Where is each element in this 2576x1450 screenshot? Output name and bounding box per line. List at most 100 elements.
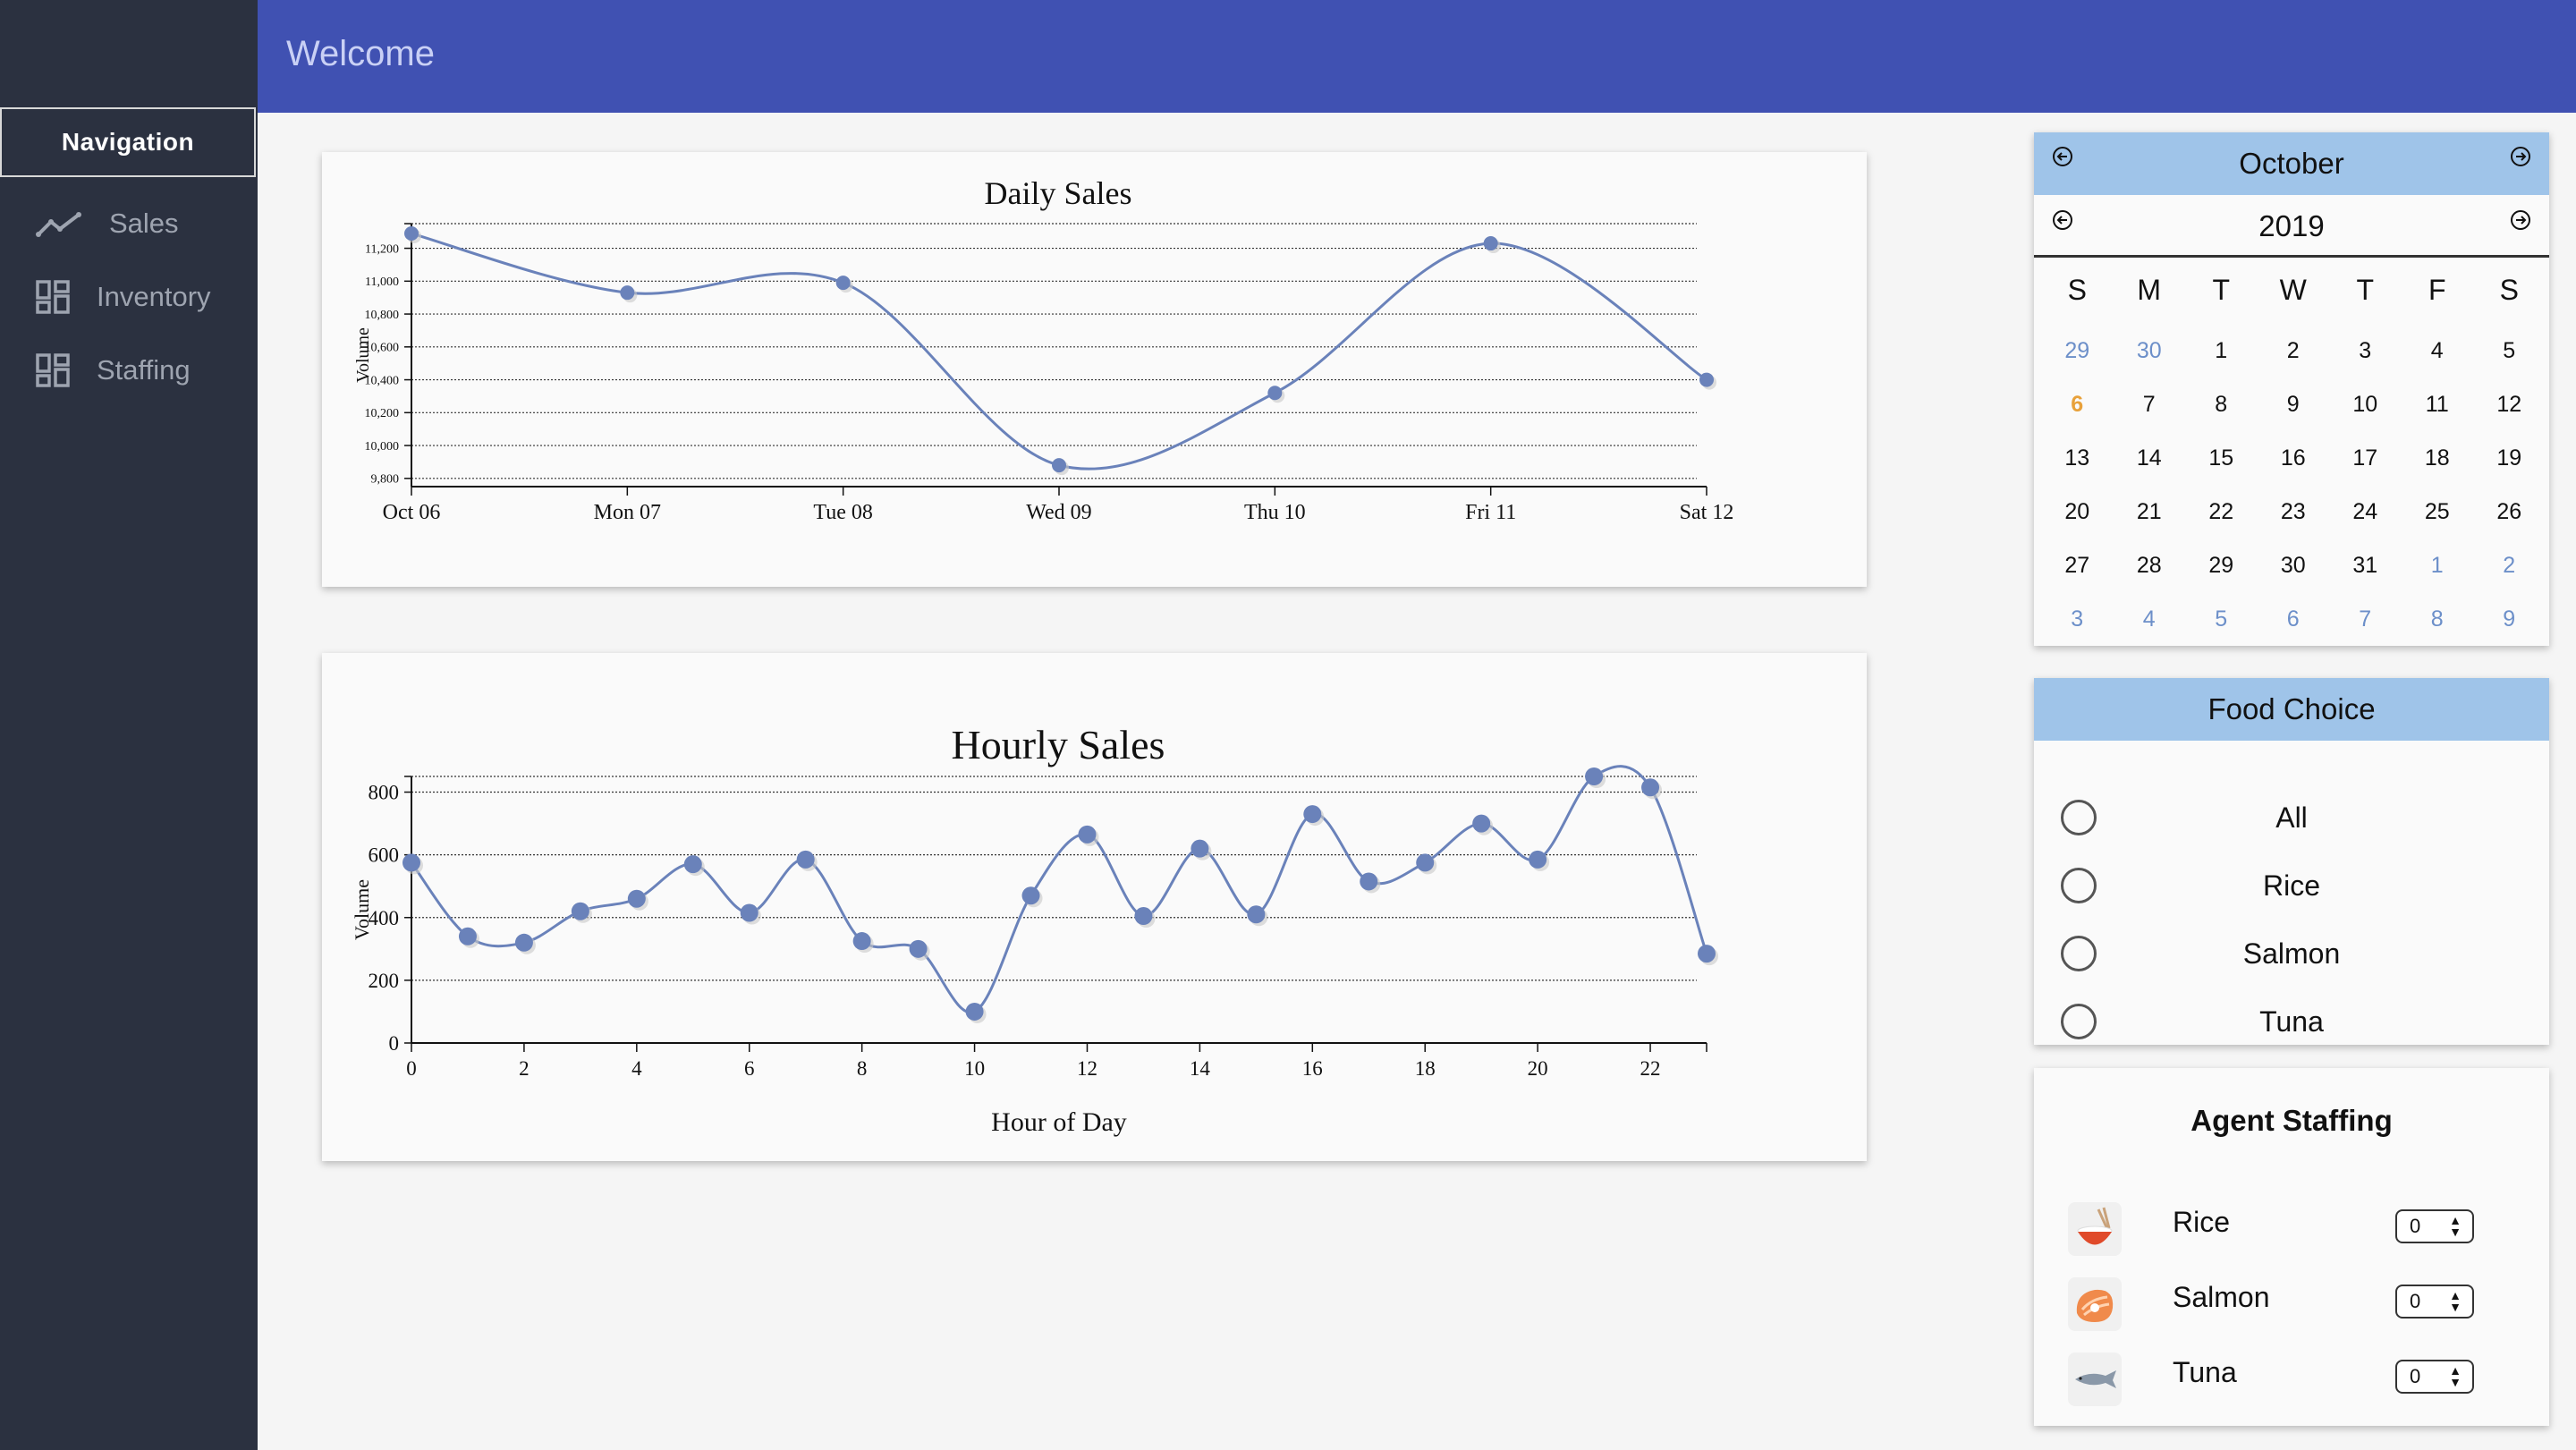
calendar-day[interactable]: 8 [2185, 377, 2258, 431]
data-point [965, 1002, 984, 1021]
calendar-day[interactable]: 9 [2258, 377, 2330, 431]
calendar-day[interactable]: 27 [2041, 538, 2114, 592]
data-point [1078, 825, 1097, 844]
calendar-day[interactable]: 29 [2185, 538, 2258, 592]
data-point [620, 285, 635, 301]
sidebar-item-sales[interactable]: Sales [36, 199, 179, 249]
calendar-day[interactable]: 3 [2329, 324, 2402, 377]
data-point [1267, 386, 1283, 401]
staffing-label: Salmon [2173, 1281, 2270, 1313]
calendar-day[interactable]: 28 [2114, 538, 2186, 592]
calendar-day[interactable]: 10 [2329, 377, 2402, 431]
weekday-label: S [2499, 274, 2519, 306]
calendar-day[interactable]: 15 [2185, 431, 2258, 485]
chart-title: Daily Sales [985, 175, 1132, 211]
y-axis-label: Volume [353, 327, 373, 383]
y-tick-label: 10,000 [365, 440, 400, 454]
calendar-day[interactable]: 23 [2258, 485, 2330, 538]
data-point [402, 853, 420, 872]
data-point [1303, 805, 1322, 824]
calendar-day[interactable]: 30 [2114, 324, 2186, 377]
salmon-quantity-stepper[interactable]: 0 ▲ ▼ [2395, 1285, 2474, 1319]
calendar-day[interactable]: 5 [2473, 324, 2546, 377]
sidebar: Navigation Sales Inventory Staffing [0, 0, 258, 1450]
x-tick-label: Wed 09 [1026, 501, 1091, 524]
stepper-arrows-icon[interactable]: ▲ ▼ [2449, 1289, 2462, 1313]
data-point [740, 903, 758, 922]
data-point [1585, 767, 1604, 785]
x-tick-label: 4 [631, 1057, 642, 1080]
data-point [835, 276, 851, 291]
rice-quantity-stepper[interactable]: 0 ▲ ▼ [2395, 1209, 2474, 1243]
calendar-day[interactable]: 6 [2258, 592, 2330, 646]
weekday-label: S [2067, 274, 2087, 306]
calendar-day[interactable]: 1 [2185, 324, 2258, 377]
calendar-day[interactable]: 31 [2329, 538, 2402, 592]
calendar-day[interactable]: 11 [2402, 377, 2474, 431]
food-option-salmon[interactable]: Salmon [2034, 927, 2549, 980]
calendar-day[interactable]: 7 [2329, 592, 2402, 646]
calendar-day[interactable]: 12 [2473, 377, 2546, 431]
y-tick-label: 600 [369, 844, 400, 867]
calendar-day[interactable]: 3 [2041, 592, 2114, 646]
data-point [1472, 814, 1491, 833]
data-point [458, 927, 477, 945]
calendar-day[interactable]: 1 [2402, 538, 2474, 592]
sidebar-item-inventory[interactable]: Inventory [36, 272, 211, 322]
hourly-sales-card: Hourly Sales 0 200 400 600 800 0 2 4 6 8 10 12 14 16 18… [322, 653, 1867, 1161]
x-tick-label: 20 [1528, 1057, 1548, 1080]
data-point [514, 933, 533, 952]
weekday-label: F [2428, 274, 2446, 306]
stepper-arrows-icon[interactable]: ▲ ▼ [2449, 1364, 2462, 1388]
tuna-quantity-stepper[interactable]: 0 ▲ ▼ [2395, 1360, 2474, 1394]
calendar-day[interactable]: 17 [2329, 431, 2402, 485]
x-tick-label: 18 [1415, 1057, 1436, 1080]
calendar-day[interactable]: 20 [2041, 485, 2114, 538]
calendar-day[interactable]: 9 [2473, 592, 2546, 646]
next-year-icon[interactable] [2510, 209, 2531, 231]
y-tick-label: 11,000 [365, 276, 399, 289]
top-app-bar: Welcome [258, 0, 2576, 113]
calendar-day[interactable]: 4 [2114, 592, 2186, 646]
data-point [1641, 778, 1660, 797]
y-tick-label: 9,800 [371, 473, 400, 487]
calendar-day[interactable]: 22 [2185, 485, 2258, 538]
data-point [571, 902, 589, 920]
calendar-day[interactable]: 30 [2258, 538, 2330, 592]
stepper-arrows-icon[interactable]: ▲ ▼ [2449, 1214, 2462, 1238]
calendar-day[interactable]: 8 [2402, 592, 2474, 646]
staffing-row-rice: Rice 0 ▲ ▼ [2034, 1197, 2549, 1259]
calendar-day[interactable]: 2 [2258, 324, 2330, 377]
stepper-value: 0 [2410, 1215, 2421, 1237]
data-point [1021, 886, 1040, 905]
daily-sales-chart: Daily Sales9,80010,00010,20010,40010,600… [353, 175, 1734, 524]
sidebar-item-staffing[interactable]: Staffing [36, 345, 191, 395]
food-option-all[interactable]: All [2034, 791, 2549, 844]
calendar-day[interactable]: 13 [2041, 431, 2114, 485]
calendar-day[interactable]: 21 [2114, 485, 2186, 538]
x-tick-label: Sat 12 [1680, 501, 1734, 524]
food-option-rice[interactable]: Rice [2034, 859, 2549, 912]
x-tick-label: Tue 08 [813, 501, 872, 524]
y-tick-label: 800 [369, 782, 400, 804]
calendar-day[interactable]: 5 [2185, 592, 2258, 646]
calendar-day[interactable]: 24 [2329, 485, 2402, 538]
calendar-day[interactable]: 2 [2473, 538, 2546, 592]
calendar-day[interactable]: 4 [2402, 324, 2474, 377]
calendar-day[interactable]: 16 [2258, 431, 2330, 485]
calendar-day[interactable]: 7 [2114, 377, 2186, 431]
calendar-day[interactable]: 25 [2402, 485, 2474, 538]
next-month-icon[interactable] [2510, 146, 2531, 167]
food-option-label: Rice [2262, 869, 2320, 902]
calendar-day-today[interactable]: 6 [2041, 377, 2114, 431]
calendar-day[interactable]: 19 [2473, 431, 2546, 485]
food-option-tuna[interactable]: Tuna [2034, 995, 2549, 1048]
staffing-label: Rice [2173, 1206, 2231, 1238]
calendar-month: October [2239, 147, 2344, 180]
calendar-year-row: 2019 [2034, 195, 2549, 258]
calendar-day[interactable]: 18 [2402, 431, 2474, 485]
calendar-day[interactable]: 29 [2041, 324, 2114, 377]
calendar-day[interactable]: 26 [2473, 485, 2546, 538]
staffing-row-salmon: Salmon 0 ▲ ▼ [2034, 1272, 2549, 1335]
calendar-day[interactable]: 14 [2114, 431, 2186, 485]
